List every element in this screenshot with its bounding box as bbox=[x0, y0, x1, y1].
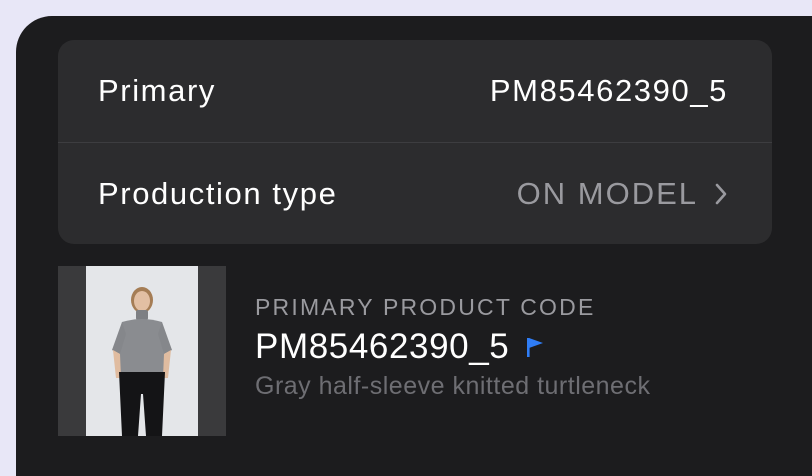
production-type-label: Production type bbox=[98, 176, 338, 211]
product-code-line: PM85462390_5 bbox=[255, 326, 650, 368]
product-description: Gray half-sleeve knitted turtleneck bbox=[255, 372, 651, 400]
product-thumbnail[interactable] bbox=[58, 266, 226, 436]
primary-row: Primary PM85462390_5 bbox=[58, 40, 772, 142]
production-type-value-group[interactable]: ON MODEL bbox=[517, 176, 728, 212]
product-meta: PRIMARY PRODUCT CODE PM85462390_5 Gray h… bbox=[255, 292, 650, 402]
product-code-label: PRIMARY PRODUCT CODE bbox=[255, 294, 596, 320]
product-code: PM85462390_5 bbox=[255, 327, 510, 366]
flag-icon bbox=[525, 336, 545, 358]
primary-label: Primary bbox=[98, 73, 216, 108]
summary-card: Primary PM85462390_5 Production type ON … bbox=[58, 40, 772, 244]
production-type-value: ON MODEL bbox=[516, 176, 698, 211]
primary-value: PM85462390_5 bbox=[489, 73, 728, 108]
production-type-row[interactable]: Production type ON MODEL bbox=[58, 143, 772, 245]
chevron-right-icon bbox=[714, 182, 728, 206]
product-photo bbox=[86, 266, 198, 436]
